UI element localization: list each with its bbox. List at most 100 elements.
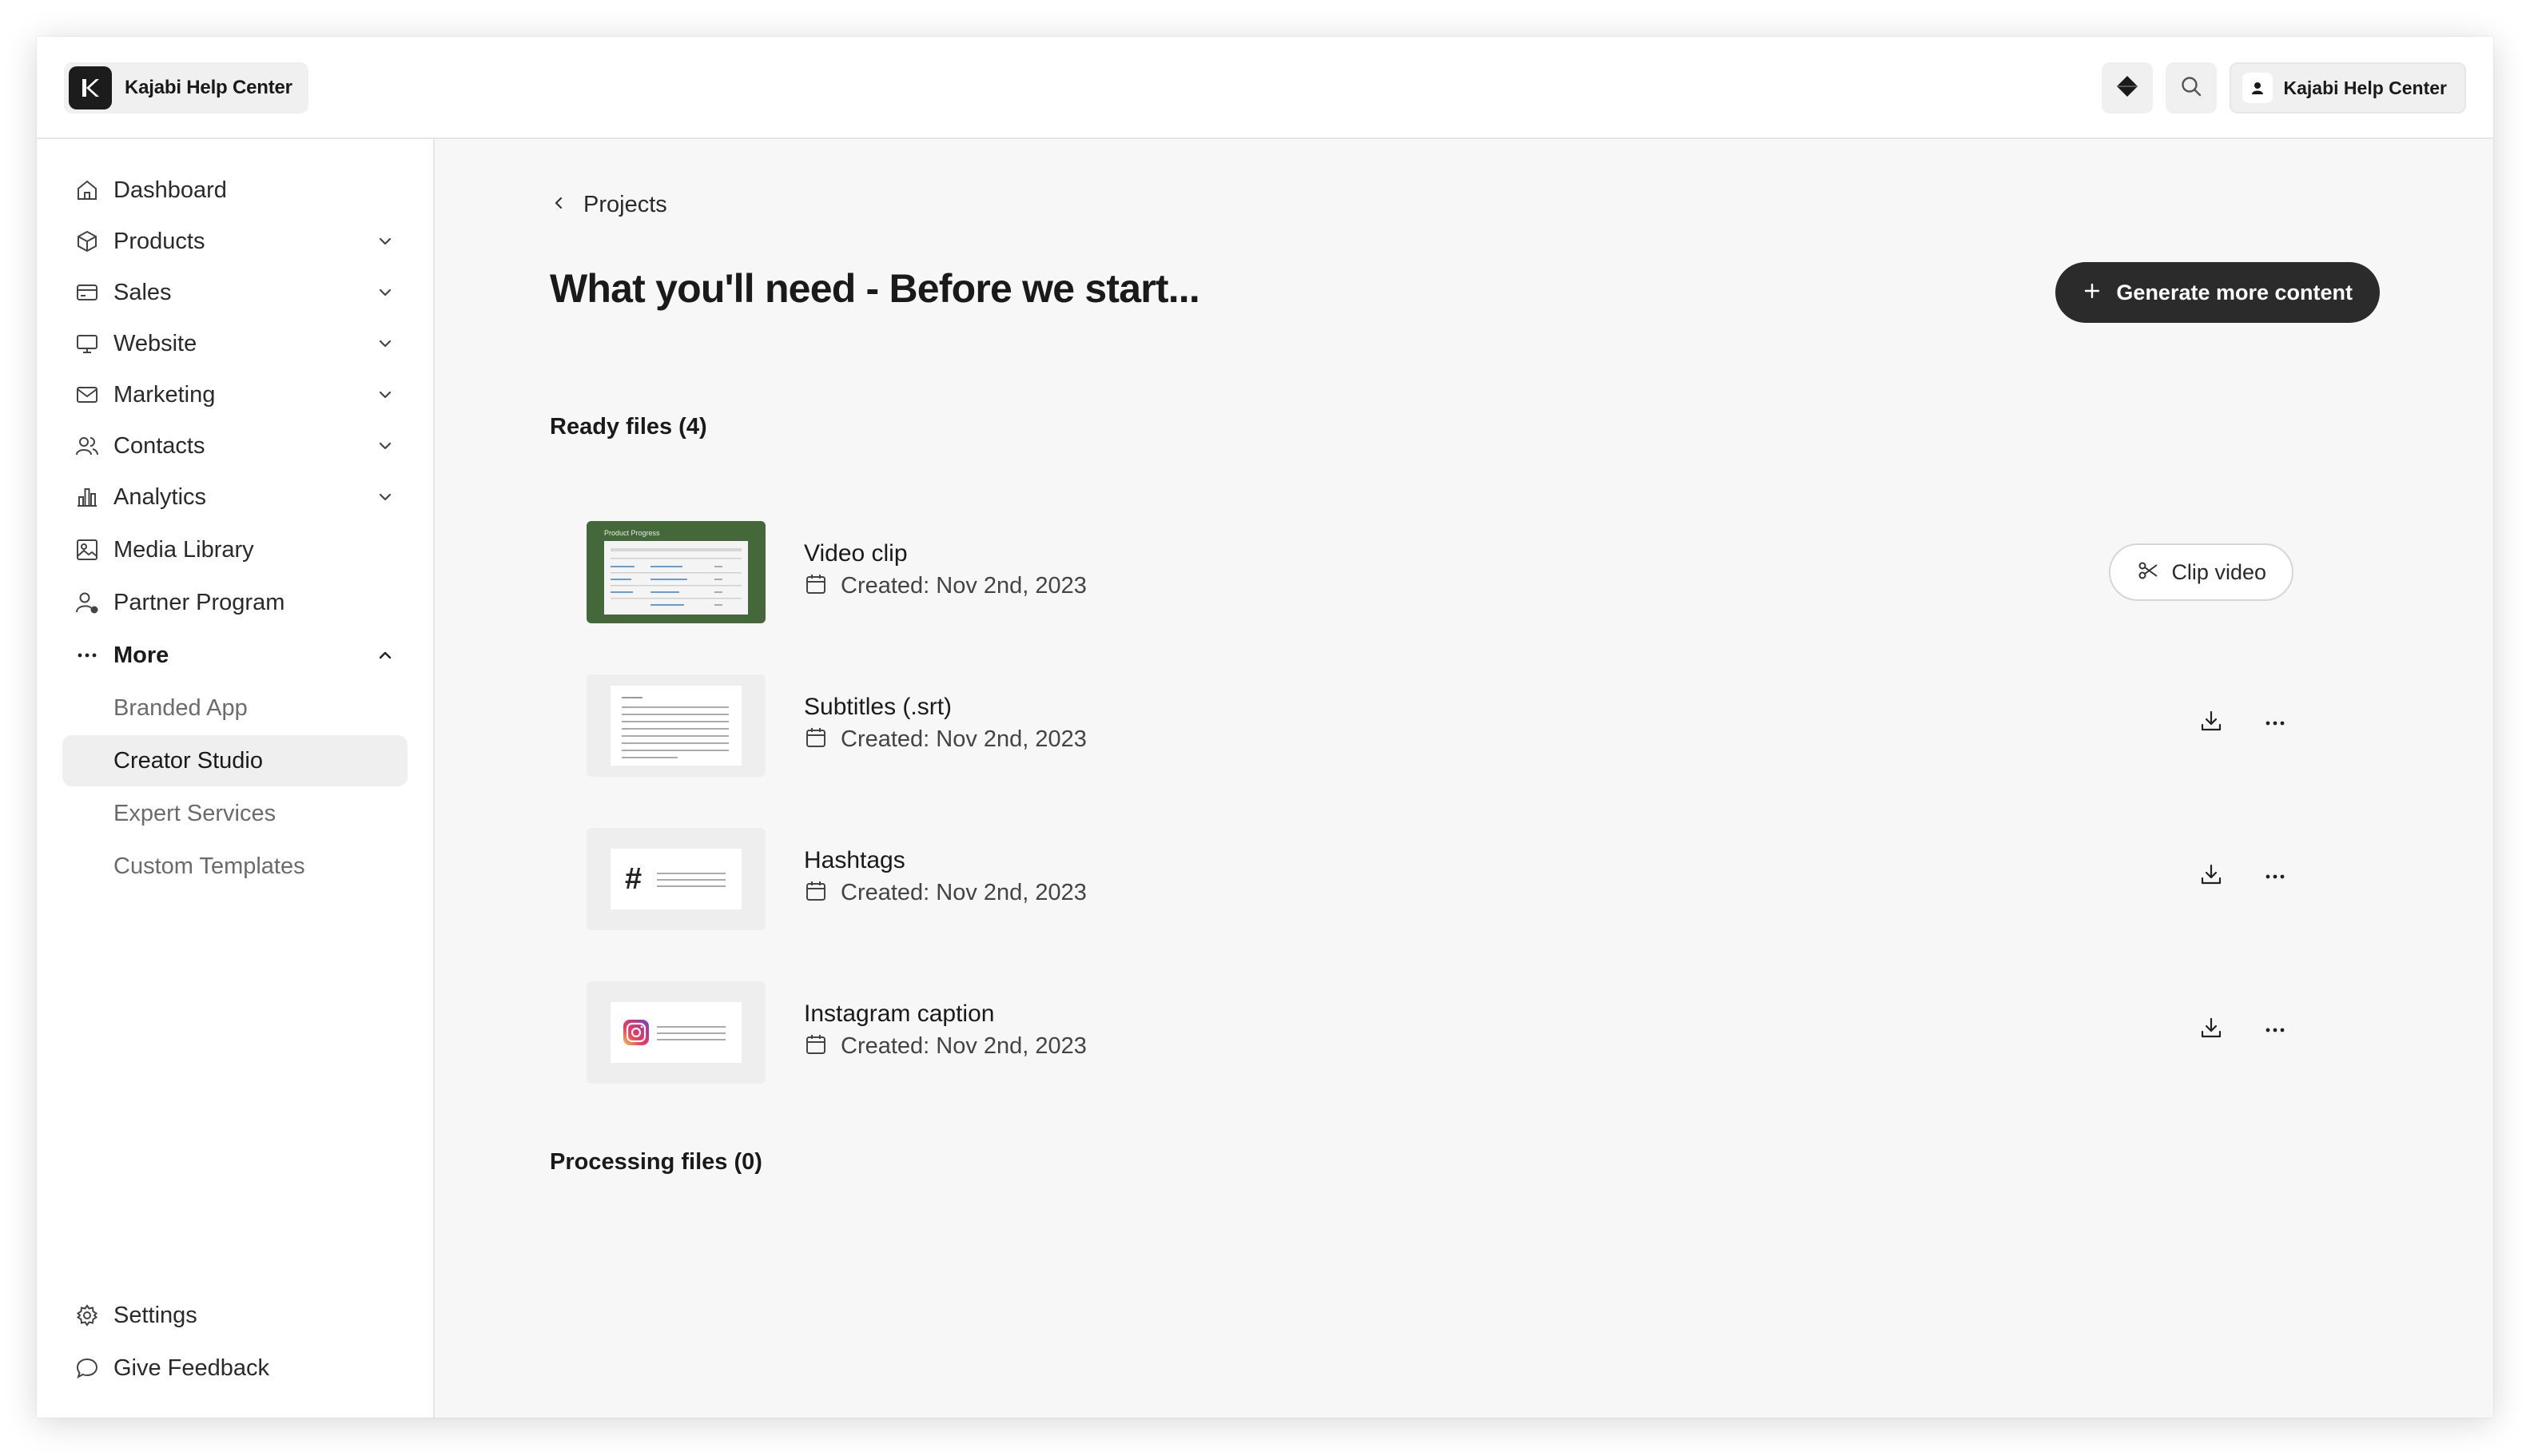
instagram-icon [611,1002,742,1063]
sidebar-item-more[interactable]: More [62,630,408,681]
chevron-left-icon [550,194,567,216]
sidebar-item-dashboard[interactable]: Dashboard [62,165,408,216]
home-icon [74,177,101,204]
chevron-up-icon[interactable] [372,642,398,668]
plus-icon [2082,281,2102,304]
instagram-thumbnail[interactable] [587,981,766,1084]
file-row-video-clip[interactable]: Product Progress Video clip Created: Nov… [587,521,2293,623]
main-content: Projects What you'll need - Before we st… [435,139,2493,1418]
sidebar-item-give-feedback[interactable]: Give Feedback [62,1343,408,1394]
sidebar-subitem-label: Creator Studio [113,747,263,774]
chevron-down-icon[interactable] [372,484,398,510]
chevron-down-icon[interactable] [372,280,398,305]
breadcrumb[interactable]: Projects [550,192,667,218]
calendar-icon [804,1032,828,1060]
video-thumbnail[interactable]: Product Progress [587,521,766,623]
file-created-date: Created: Nov 2nd, 2023 [804,1032,1087,1060]
row-actions [2193,703,2293,740]
calendar-icon [804,572,828,600]
scissors-icon [2136,559,2160,587]
processing-files-heading: Processing files (0) [550,1149,762,1175]
chevron-down-icon[interactable] [372,433,398,459]
sidebar-item-label: Media Library [113,536,254,563]
chevron-down-icon[interactable] [372,331,398,356]
box-icon [74,228,101,255]
brand-button[interactable]: Kajabi Help Center [64,62,308,113]
sidebar-item-label: Settings [113,1302,197,1328]
created-date-label: Created: Nov 2nd, 2023 [841,880,1087,905]
file-name: Subtitles (.srt) [804,694,953,720]
chevron-down-icon[interactable] [372,382,398,408]
file-created-date: Created: Nov 2nd, 2023 [804,879,1087,907]
sidebar-item-label: Products [113,228,205,254]
clip-video-label: Clip video [2171,559,2266,584]
sidebar-item-label: Partner Program [113,589,285,615]
more-options-icon[interactable] [2257,703,2293,740]
gear-icon [74,1302,101,1329]
sidebar-item-products[interactable]: Products [62,216,408,267]
sidebar-item-label: More [113,642,169,668]
search-button[interactable] [2165,62,2217,113]
more-options-icon[interactable] [2257,857,2293,893]
user-avatar-icon [2242,73,2273,103]
sidebar-item-contacts[interactable]: Contacts [62,420,408,471]
chat-bubble-icon [74,1355,101,1382]
generate-button-label: Generate more content [2116,280,2353,304]
users-icon [74,432,101,459]
ready-files-heading: Ready files (4) [550,414,707,440]
ellipsis-icon [74,642,101,669]
download-icon[interactable] [2193,1010,2230,1047]
monitor-icon [74,330,101,357]
sidebar: Dashboard Products Sales Website Marketi… [37,139,435,1418]
bar-chart-icon [74,483,101,511]
breadcrumb-projects-link[interactable]: Projects [583,192,667,218]
subtitles-thumbnail[interactable] [587,674,766,777]
sidebar-subitem-expert-services[interactable]: Expert Services [62,788,408,839]
sidebar-subitem-custom-templates[interactable]: Custom Templates [62,841,408,892]
sidebar-subitem-creator-studio[interactable]: Creator Studio [62,735,408,786]
download-icon[interactable] [2193,857,2230,893]
file-row-hashtags[interactable]: # Hashtags Created: Nov 2nd, 2023 [587,828,2293,930]
row-actions [2193,1010,2293,1047]
page-title: What you'll need - Before we start... [550,266,1200,311]
sidebar-item-settings[interactable]: Settings [62,1290,408,1341]
app-window: Kajabi Help Center Kajabi Help Center Da… [37,37,2493,1418]
sidebar-item-partner-program[interactable]: Partner Program [62,577,408,628]
file-row-instagram-caption[interactable]: Instagram caption Created: Nov 2nd, 2023 [587,981,2293,1084]
credit-card-icon [74,279,101,306]
sidebar-item-label: Contacts [113,432,205,459]
sidebar-item-label: Analytics [113,483,207,510]
hashtags-thumbnail[interactable]: # [587,828,766,930]
chevron-down-icon[interactable] [372,229,398,254]
sidebar-item-sales[interactable]: Sales [62,267,408,318]
sidebar-item-label: Dashboard [113,177,227,203]
account-menu-button[interactable]: Kajabi Help Center [2229,62,2466,113]
sidebar-item-label: Website [113,330,197,356]
sidebar-item-label: Sales [113,279,172,305]
sidebar-item-media-library[interactable]: Media Library [62,524,408,575]
sidebar-item-website[interactable]: Website [62,318,408,369]
diamond-icon [2115,74,2139,102]
upgrade-button[interactable] [2101,62,2153,113]
download-icon[interactable] [2193,703,2230,740]
sidebar-subitem-label: Branded App [113,694,248,721]
svg-text:#: # [625,862,642,896]
document-lines-icon [611,686,742,766]
file-created-date: Created: Nov 2nd, 2023 [804,572,1087,600]
video-thumbnail-image: Product Progress [604,529,748,615]
calendar-icon [804,726,828,754]
sidebar-item-marketing[interactable]: Marketing [62,369,408,420]
brand-label: Kajabi Help Center [125,77,292,98]
sidebar-subitem-label: Expert Services [113,800,276,826]
row-actions [2193,857,2293,893]
created-date-label: Created: Nov 2nd, 2023 [841,726,1087,752]
file-row-subtitles[interactable]: Subtitles (.srt) Created: Nov 2nd, 2023 [587,674,2293,777]
generate-more-content-button[interactable]: Generate more content [2055,262,2380,323]
partner-icon [74,589,101,616]
mail-icon [74,381,101,408]
sidebar-item-analytics[interactable]: Analytics [62,471,408,523]
more-options-icon[interactable] [2257,1010,2293,1047]
hashtag-icon: # [611,849,742,909]
clip-video-button[interactable]: Clip video [2109,543,2293,601]
sidebar-subitem-branded-app[interactable]: Branded App [62,682,408,734]
